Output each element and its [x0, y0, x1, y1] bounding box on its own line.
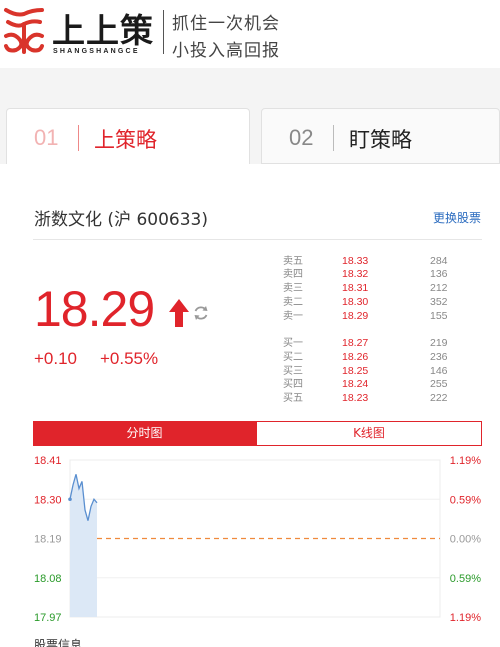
ask-label: 卖一: [283, 311, 303, 322]
logo-text[interactable]: 上上策: [52, 4, 154, 52]
ask-volume: 212: [430, 282, 448, 294]
refresh-icon[interactable]: [193, 305, 209, 321]
bid-row: 买二 18.26 236: [283, 351, 453, 364]
logo-icon[interactable]: [2, 6, 46, 56]
bid-volume: 219: [430, 337, 448, 349]
switch-stock-link[interactable]: 更换股票: [433, 209, 481, 226]
ask-label: 卖四: [283, 269, 303, 280]
top-band: [0, 68, 500, 108]
bid-price: 18.24: [342, 378, 369, 390]
bid-price: 18.23: [342, 392, 369, 404]
tab-number: 02: [289, 125, 314, 150]
y-axis-label-right: 1.19%: [450, 455, 481, 467]
price-change-percent: +0.55%: [100, 349, 159, 368]
ask-label: 卖五: [283, 256, 303, 267]
tab-separator: [78, 125, 79, 151]
tab-number: 01: [34, 125, 59, 150]
logo-subtext: SHANGSHANGCE: [53, 48, 140, 55]
bid-volume: 255: [430, 378, 448, 390]
y-axis-label-left: 17.97: [34, 612, 62, 624]
y-axis-label-right: 0.59%: [450, 573, 481, 585]
ask-price: 18.32: [342, 268, 369, 280]
ask-volume: 352: [430, 296, 448, 308]
bid-label: 买三: [283, 366, 303, 377]
bid-label: 买二: [283, 352, 303, 363]
bid-row: 买五 18.23 222: [283, 392, 453, 405]
ask-label: 卖二: [283, 297, 303, 308]
bid-volume: 236: [430, 351, 448, 363]
header-divider: [163, 10, 164, 54]
ask-row: 卖三 18.31 212: [283, 282, 453, 295]
bid-price: 18.26: [342, 351, 369, 363]
y-axis-label-left: 18.19: [34, 534, 62, 546]
ask-price: 18.31: [342, 282, 369, 294]
bid-row: 买四 18.24 255: [283, 378, 453, 391]
ask-label: 卖三: [283, 283, 303, 294]
ask-row: 卖一 18.29 155: [283, 310, 453, 323]
tab-kline-chart[interactable]: K线图: [256, 421, 482, 446]
intraday-chart: 18.41 1.19% 18.30 0.59% 18.19 0.00% 18.08 0.59%…: [34, 455, 481, 624]
y-axis-label-left: 18.08: [34, 573, 62, 585]
bid-label: 买五: [283, 393, 303, 404]
y-axis-label-left: 18.41: [34, 455, 62, 467]
bid-label: 买一: [283, 338, 303, 349]
site-header: 上上策 SHANGSHANGCE 抓住一次机会 小投入高回报: [0, 0, 500, 68]
bid-volume: 146: [430, 365, 448, 377]
ask-price: 18.33: [342, 255, 369, 267]
stock-info-heading: 股票信息: [34, 638, 83, 647]
price-change: +0.10: [34, 349, 78, 368]
bid-row: 买一 18.27 219: [283, 337, 453, 350]
ask-volume: 136: [430, 268, 448, 280]
ask-row: 卖二 18.30 352: [283, 296, 453, 309]
bid-volume: 222: [430, 392, 448, 404]
tab-intraday-chart[interactable]: 分时图: [33, 421, 256, 446]
tab-label: 上策略: [94, 128, 157, 152]
tab-label: 盯策略: [349, 128, 412, 152]
ask-volume: 284: [430, 255, 448, 267]
slogan-line1: 抓住一次机会: [172, 14, 280, 34]
ask-row: 卖四 18.32 136: [283, 268, 453, 281]
bid-price: 18.27: [342, 337, 369, 349]
y-axis-label-right: 0.00%: [450, 534, 481, 546]
current-price: 18.29: [34, 281, 155, 337]
bid-price: 18.25: [342, 365, 369, 377]
y-axis-label-right: 0.59%: [450, 494, 481, 506]
ask-price: 18.29: [342, 310, 369, 322]
ask-price: 18.30: [342, 296, 369, 308]
bid-label: 买四: [283, 379, 303, 390]
tab-shang-strategy[interactable]: 01 上策略: [6, 108, 250, 166]
stock-name: 浙数文化 (沪 600633): [34, 210, 208, 230]
divider: [33, 239, 482, 240]
ask-volume: 155: [430, 310, 448, 322]
slogan-line2: 小投入高回报: [172, 41, 280, 61]
y-axis-label-left: 18.30: [34, 494, 62, 506]
price-point: [68, 497, 72, 502]
tab-ding-strategy[interactable]: 02 盯策略: [261, 108, 500, 164]
tab-separator: [333, 125, 334, 151]
y-axis-label-right: 1.19%: [450, 612, 481, 624]
bid-row: 买三 18.25 146: [283, 365, 453, 378]
ask-row: 卖五 18.33 284: [283, 255, 453, 268]
arrow-up-icon: [169, 299, 189, 327]
